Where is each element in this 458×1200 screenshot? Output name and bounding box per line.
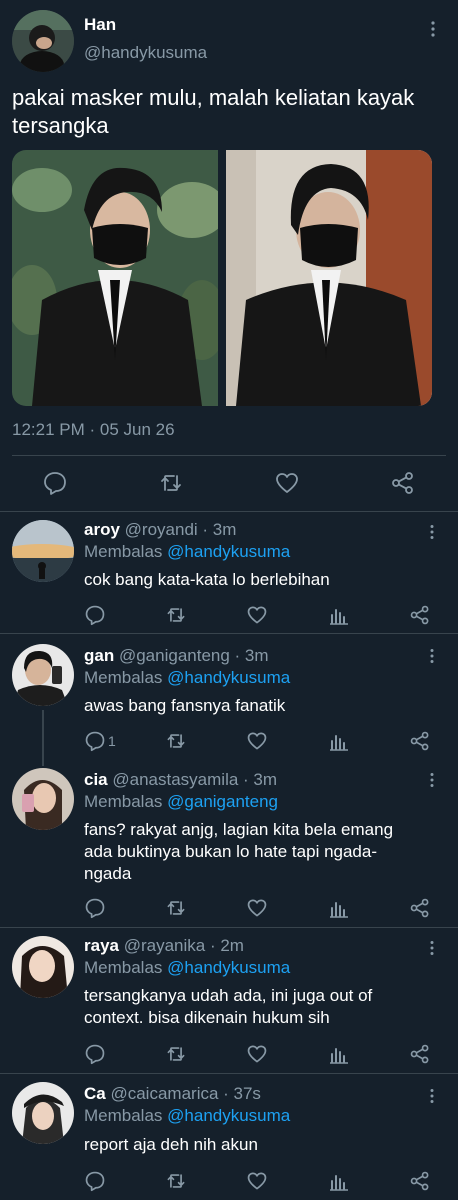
tweet-photo-2[interactable] bbox=[226, 150, 432, 406]
tweet-timestamp[interactable]: 12:21 PM · 05 Jun 26 bbox=[12, 420, 175, 440]
reply-author-name[interactable]: gan bbox=[84, 646, 114, 665]
share-icon[interactable] bbox=[409, 1043, 431, 1065]
reply-meta[interactable]: @royandi · 3m bbox=[125, 520, 237, 539]
more-icon[interactable] bbox=[424, 940, 440, 956]
reply-tweet[interactable]: cia @anastasyamila · 3m Membalas @ganiga… bbox=[0, 762, 458, 928]
replying-to: Membalas @handykusuma bbox=[84, 542, 290, 562]
more-icon[interactable] bbox=[424, 524, 440, 540]
replying-to-handle[interactable]: @handykusuma bbox=[167, 542, 290, 561]
share-icon[interactable] bbox=[409, 604, 431, 626]
reply-text: report aja deh nih akun bbox=[84, 1135, 258, 1154]
divider bbox=[12, 455, 446, 456]
reply-icon[interactable] bbox=[84, 897, 106, 919]
analytics-icon[interactable] bbox=[328, 604, 350, 626]
replying-to: Membalas @handykusuma bbox=[84, 668, 290, 688]
replying-to: Membalas @handykusuma bbox=[84, 1106, 290, 1126]
replying-label: Membalas bbox=[84, 1106, 163, 1125]
reply-count: 1 bbox=[108, 733, 116, 749]
reply-tweet[interactable]: Ca @caicamarica · 37s Membalas @handykus… bbox=[0, 1074, 458, 1200]
retweet-icon[interactable] bbox=[165, 604, 187, 626]
replying-to-handle[interactable]: @handykusuma bbox=[167, 1106, 290, 1125]
more-icon[interactable] bbox=[424, 648, 440, 664]
replying-to-handle[interactable]: @handykusuma bbox=[167, 668, 290, 687]
reply-avatar[interactable] bbox=[12, 936, 74, 998]
replying-to: Membalas @handykusuma bbox=[84, 958, 290, 978]
share-icon[interactable] bbox=[409, 730, 431, 752]
author-name[interactable]: Han bbox=[84, 15, 116, 35]
reply-icon[interactable] bbox=[42, 470, 68, 496]
reply-author-name[interactable]: Ca bbox=[84, 1084, 106, 1103]
retweet-icon[interactable] bbox=[165, 1170, 187, 1192]
more-icon[interactable] bbox=[424, 20, 442, 38]
retweet-icon[interactable] bbox=[158, 470, 184, 496]
replying-label: Membalas bbox=[84, 958, 163, 977]
retweet-icon[interactable] bbox=[165, 897, 187, 919]
like-icon[interactable] bbox=[246, 604, 268, 626]
reply-text: tersangkanya udah ada, ini juga out of c… bbox=[84, 986, 373, 1027]
like-icon[interactable] bbox=[246, 1170, 268, 1192]
like-icon[interactable] bbox=[246, 1043, 268, 1065]
reply-icon[interactable] bbox=[84, 730, 106, 752]
replying-to-handle[interactable]: @ganiganteng bbox=[167, 792, 278, 811]
reply-text: awas bang fansnya fanatik bbox=[84, 696, 286, 715]
like-icon[interactable] bbox=[246, 897, 268, 919]
like-icon[interactable] bbox=[246, 730, 268, 752]
replying-to-handle[interactable]: @handykusuma bbox=[167, 958, 290, 977]
analytics-icon[interactable] bbox=[328, 897, 350, 919]
tweet-text: pakai masker mulu, malah keliatan kayak … bbox=[12, 85, 415, 138]
reply-text: fans? rakyat anjg, lagian kita bela eman… bbox=[84, 820, 394, 883]
reply-icon[interactable] bbox=[84, 1043, 106, 1065]
analytics-icon[interactable] bbox=[328, 1170, 350, 1192]
author-avatar[interactable] bbox=[12, 10, 74, 72]
reply-text: cok bang kata-kata lo berlebihan bbox=[84, 570, 330, 589]
reply-avatar[interactable] bbox=[12, 520, 74, 582]
reply-avatar[interactable] bbox=[12, 768, 74, 830]
reply-avatar[interactable] bbox=[12, 644, 74, 706]
reply-avatar[interactable] bbox=[12, 1082, 74, 1144]
reply-author-name[interactable]: aroy bbox=[84, 520, 120, 539]
reply-author-name[interactable]: raya bbox=[84, 936, 119, 955]
reply-header: Ca @caicamarica · 37s bbox=[84, 1084, 261, 1104]
tweet-photo-1[interactable] bbox=[12, 150, 218, 406]
retweet-icon[interactable] bbox=[165, 1043, 187, 1065]
reply-header: gan @ganiganteng · 3m bbox=[84, 646, 269, 666]
analytics-icon[interactable] bbox=[328, 730, 350, 752]
reply-meta[interactable]: @rayanika · 2m bbox=[124, 936, 244, 955]
replying-label: Membalas bbox=[84, 792, 163, 811]
thread-line bbox=[42, 710, 44, 766]
reply-meta[interactable]: @ganiganteng · 3m bbox=[119, 646, 269, 665]
reply-tweet[interactable]: raya @rayanika · 2m Membalas @handykusum… bbox=[0, 928, 458, 1074]
reply-icon[interactable] bbox=[84, 604, 106, 626]
reply-header: cia @anastasyamila · 3m bbox=[84, 770, 277, 790]
author-handle[interactable]: @handykusuma bbox=[84, 43, 207, 63]
main-tweet: Han @handykusuma pakai masker mulu, mala… bbox=[0, 0, 458, 512]
retweet-icon[interactable] bbox=[165, 730, 187, 752]
like-icon[interactable] bbox=[274, 470, 300, 496]
replying-label: Membalas bbox=[84, 542, 163, 561]
reply-header: aroy @royandi · 3m bbox=[84, 520, 236, 540]
share-icon[interactable] bbox=[409, 897, 431, 919]
replying-to: Membalas @ganiganteng bbox=[84, 792, 278, 812]
reply-icon[interactable] bbox=[84, 1170, 106, 1192]
more-icon[interactable] bbox=[424, 1088, 440, 1104]
reply-header: raya @rayanika · 2m bbox=[84, 936, 244, 956]
more-icon[interactable] bbox=[424, 772, 440, 788]
reply-tweet[interactable]: aroy @royandi · 3m Membalas @handykusuma… bbox=[0, 512, 458, 634]
reply-tweet[interactable]: gan @ganiganteng · 3m Membalas @handykus… bbox=[0, 634, 458, 766]
analytics-icon[interactable] bbox=[328, 1043, 350, 1065]
share-icon[interactable] bbox=[390, 470, 416, 496]
share-icon[interactable] bbox=[409, 1170, 431, 1192]
replying-label: Membalas bbox=[84, 668, 163, 687]
reply-meta[interactable]: @caicamarica · 37s bbox=[110, 1084, 260, 1103]
reply-author-name[interactable]: cia bbox=[84, 770, 108, 789]
reply-meta[interactable]: @anastasyamila · 3m bbox=[112, 770, 277, 789]
